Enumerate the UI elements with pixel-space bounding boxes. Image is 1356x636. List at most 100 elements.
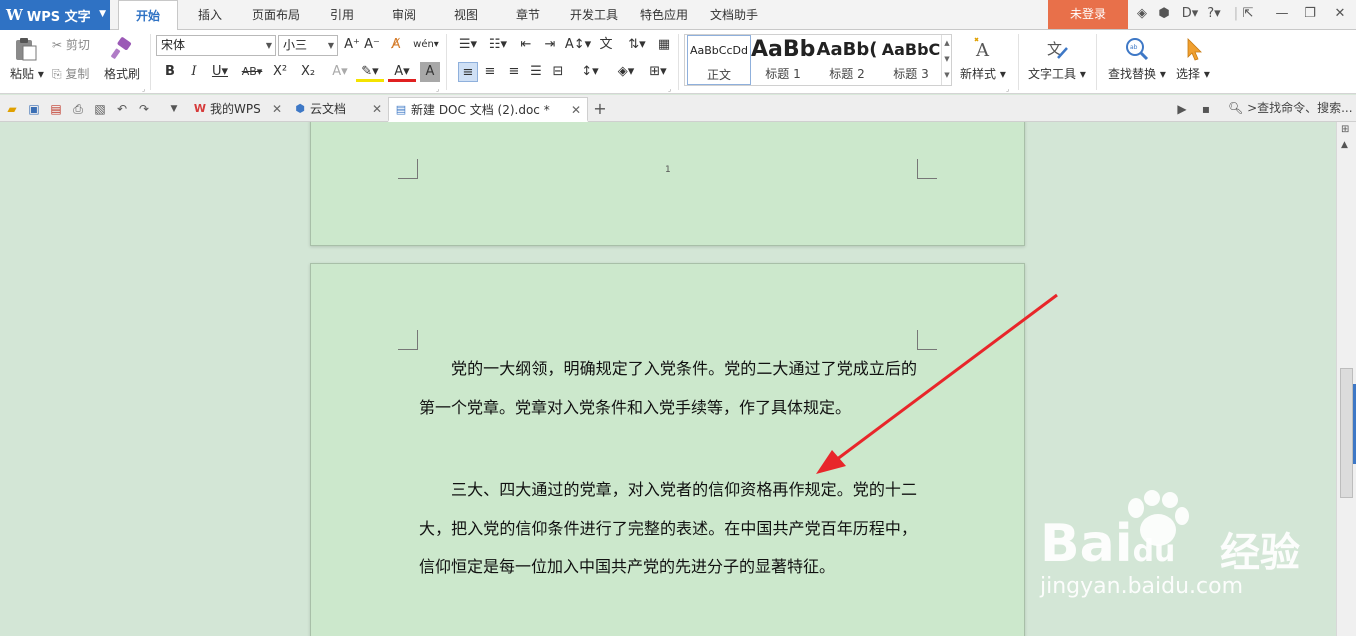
copy-button[interactable]: ⎘ 复制 — [52, 65, 89, 82]
format-painter-button[interactable]: 格式刷 — [104, 65, 140, 82]
style-heading-2[interactable]: AaBb( 标题 2 — [815, 35, 879, 85]
tab-view[interactable]: 视图 — [442, 0, 490, 30]
export-pdf-icon[interactable]: ▤ — [48, 101, 64, 117]
style-heading-1[interactable]: AaBb 标题 1 — [751, 35, 815, 85]
tab-chapter[interactable]: 章节 — [504, 0, 552, 30]
new-tab-plus-icon[interactable]: + — [592, 101, 608, 117]
paragraph-1[interactable]: 党的一大纲领，明确规定了入党条件。党的二大通过了党成立后的第一个党章。党章对入党… — [419, 350, 917, 427]
chinese-layout-icon[interactable]: 文 — [596, 35, 616, 55]
text-effect-icon[interactable]: A▾ — [326, 62, 354, 82]
cut-button[interactable]: ✂ 剪切 — [52, 36, 90, 53]
close-icon[interactable]: ✕ — [272, 97, 282, 121]
vertical-scrollbar[interactable]: ⊞ ▲ — [1336, 122, 1356, 636]
strikethrough-icon[interactable]: AB▾ — [238, 62, 266, 82]
close-icon[interactable]: ✕ — [571, 98, 581, 122]
style-normal[interactable]: AaBbCcDd 正文 — [687, 35, 751, 85]
document-canvas[interactable]: 1 党的一大纲领，明确规定了入党条件。党的二大通过了党成立后的第一个党章。党章对… — [0, 122, 1336, 636]
paragraph-2[interactable]: 三大、四大通过的党章，对入党者的信仰资格再作规定。党的十二大，把入党的信仰条件进… — [419, 471, 917, 587]
increase-indent-icon[interactable]: ⇥ — [540, 35, 560, 55]
restore-up-icon[interactable]: ⇱ — [1240, 6, 1256, 22]
print-icon[interactable]: ⎙ — [70, 101, 86, 117]
ruler-toggle-icon[interactable]: ⊞ — [1341, 124, 1349, 135]
underline-icon[interactable]: U▾ — [206, 62, 234, 82]
table-grid-icon[interactable]: ▦ — [654, 35, 674, 55]
chevron-down-icon[interactable]: ▼ — [166, 101, 182, 117]
tab-review[interactable]: 审阅 — [380, 0, 428, 30]
tab-page-layout[interactable]: 页面布局 — [244, 0, 308, 30]
bold-icon[interactable]: B — [160, 62, 180, 82]
shrink-font-icon[interactable]: A⁻ — [362, 35, 382, 55]
text-direction-icon[interactable]: A↕▾ — [564, 35, 592, 55]
cursor-select-icon[interactable] — [1182, 36, 1208, 62]
scroll-thumb[interactable] — [1340, 368, 1353, 498]
layout-icon[interactable]: ▪ — [1198, 101, 1214, 117]
page-2[interactable]: 党的一大纲领，明确规定了入党条件。党的二大通过了党成立后的第一个党章。党章对入党… — [310, 263, 1025, 636]
highlight-icon[interactable]: ✎▾ — [356, 62, 384, 82]
superscript-icon[interactable]: X² — [270, 62, 290, 82]
paste-icon[interactable] — [12, 36, 38, 62]
tab-insert[interactable]: 插入 — [184, 0, 236, 30]
subscript-icon[interactable]: X₂ — [298, 62, 318, 82]
tab-special[interactable]: 特色应用 — [632, 0, 696, 30]
tab-developer[interactable]: 开发工具 — [562, 0, 626, 30]
italic-icon[interactable]: I — [184, 62, 204, 82]
new-style-icon[interactable]: A — [972, 36, 998, 62]
tab-my-wps[interactable]: W 我的WPS ✕ — [188, 97, 288, 122]
paste-button[interactable]: 粘贴 ▾ — [10, 65, 44, 82]
grow-font-icon[interactable]: A⁺ — [342, 35, 362, 55]
style-heading-3[interactable]: AaBbC 标题 3 — [879, 35, 943, 85]
align-right-icon[interactable]: ≡ — [504, 62, 524, 82]
font-name-select[interactable]: 宋体 ▼ — [156, 35, 276, 56]
share-icon[interactable]: D▾ — [1178, 6, 1202, 22]
redo-icon[interactable]: ↷ — [136, 101, 152, 117]
font-color-icon[interactable]: A▾ — [388, 62, 416, 82]
clear-format-icon[interactable]: A̸ — [386, 35, 406, 55]
tab-doc-assistant[interactable]: 文档助手 — [702, 0, 766, 30]
font-size-select[interactable]: 小三 ▼ — [278, 35, 338, 56]
sort-icon[interactable]: ⇅▾ — [624, 35, 650, 55]
bullet-list-icon[interactable]: ☰▾ — [454, 35, 482, 55]
print-preview-icon[interactable]: ▧ — [92, 101, 108, 117]
group-launcher-icon[interactable]: ⌟ — [1006, 85, 1009, 93]
text-tools-button[interactable]: 文字工具 ▾ — [1028, 65, 1086, 82]
login-button[interactable]: 未登录 — [1048, 0, 1128, 29]
text-tools-icon[interactable]: 文 — [1044, 36, 1070, 62]
new-style-button[interactable]: 新样式 ▾ — [960, 65, 1006, 82]
justify-icon[interactable]: ☰ — [526, 62, 546, 82]
style-scroll[interactable]: ▲ ▼ ▼ — [941, 35, 952, 85]
line-spacing-icon[interactable]: ↕▾ — [576, 62, 604, 82]
borders-icon[interactable]: ⊞▾ — [644, 62, 672, 82]
open-folder-icon[interactable]: ▰ — [4, 101, 20, 117]
align-left-icon[interactable]: ≡ — [458, 62, 478, 82]
align-center-icon[interactable]: ≡ — [480, 62, 500, 82]
close-icon[interactable]: ✕ — [1332, 6, 1348, 22]
group-launcher-icon[interactable]: ⌟ — [142, 85, 145, 93]
minimize-icon[interactable]: — — [1274, 6, 1290, 22]
maximize-icon[interactable]: ❐ — [1302, 6, 1318, 22]
page-1[interactable]: 1 — [310, 122, 1025, 246]
group-launcher-icon[interactable]: ⌟ — [668, 85, 671, 93]
paragraph-shading-icon[interactable]: ◈▾ — [612, 62, 640, 82]
tab-references[interactable]: 引用 — [318, 0, 366, 30]
skin-icon[interactable]: ◈ — [1134, 6, 1150, 22]
char-shading-icon[interactable]: A — [420, 62, 440, 82]
find-replace-icon[interactable]: ab — [1124, 36, 1150, 62]
group-launcher-icon[interactable]: ⌟ — [436, 85, 439, 93]
tab-home[interactable]: 开始 — [118, 0, 178, 31]
distributed-icon[interactable]: ⊟ — [548, 62, 568, 82]
scroll-up-icon[interactable]: ▲ — [1341, 140, 1348, 150]
app-menu-button[interactable]: W WPS 文字 ▼ — [0, 0, 110, 30]
settings-hex-icon[interactable]: ⬢ — [1156, 6, 1172, 22]
command-search[interactable]: 🔍︎ >查找命令、搜索... — [1228, 95, 1353, 122]
phonetic-icon[interactable]: wén▾ — [412, 35, 440, 55]
numbered-list-icon[interactable]: ☷▾ — [484, 35, 512, 55]
find-replace-button[interactable]: 查找替换 ▾ — [1108, 65, 1166, 82]
tab-cloud-docs[interactable]: ⬢ 云文档 ✕ — [288, 97, 388, 122]
present-icon[interactable]: ▶ — [1174, 101, 1190, 117]
save-icon[interactable]: ▣ — [26, 101, 42, 117]
tab-active-document[interactable]: ▤ 新建 DOC 文档 (2).doc * ✕ — [388, 97, 588, 122]
undo-icon[interactable]: ↶ — [114, 101, 130, 117]
format-painter-icon[interactable] — [108, 36, 134, 62]
close-icon[interactable]: ✕ — [372, 97, 382, 121]
help-icon[interactable]: ?▾ — [1204, 6, 1224, 22]
